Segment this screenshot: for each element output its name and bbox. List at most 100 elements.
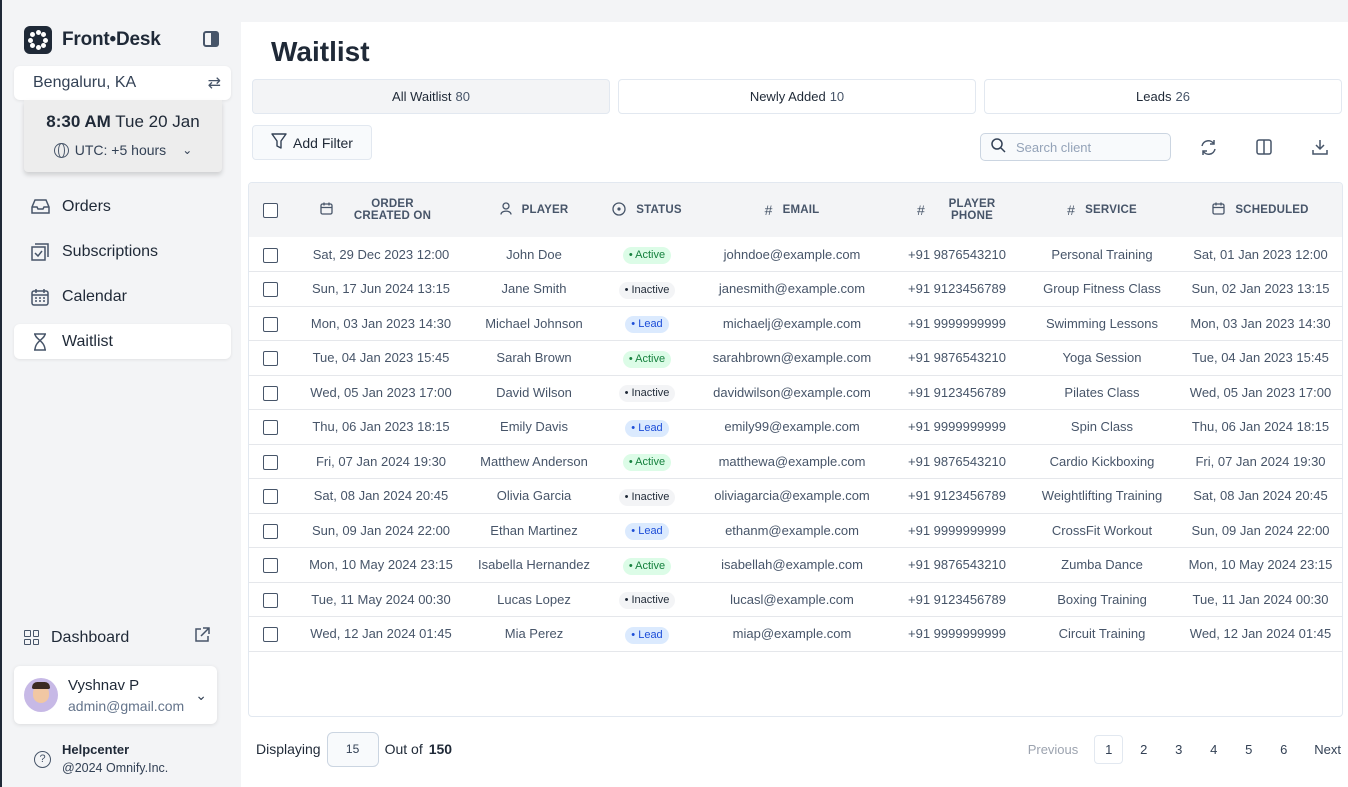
order-created-cell: Tue, 04 Jan 2023 15:45 [291, 340, 471, 376]
page-button-4[interactable]: 4 [1199, 735, 1228, 764]
sidebar-item-subscriptions[interactable]: Subscriptions [14, 234, 231, 269]
row-checkbox[interactable] [262, 351, 278, 367]
table-row[interactable]: Thu, 06 Jan 2023 18:15 Emily Davis • Lead e… [249, 409, 1342, 445]
header-label: STATUS [636, 204, 682, 216]
col-status[interactable]: STATUS [597, 183, 697, 237]
email-cell: miap@example.com [697, 616, 887, 652]
col-service[interactable]: # SERVICE [1027, 183, 1177, 237]
brand[interactable]: Front•Desk [24, 26, 161, 54]
order-created-cell: Thu, 06 Jan 2023 18:15 [291, 409, 471, 445]
service-cell: Weightlifting Training [1027, 478, 1177, 514]
scheduled-cell: Sat, 08 Jan 2024 20:45 [1177, 478, 1342, 514]
row-checkbox[interactable] [262, 282, 278, 298]
sidebar-collapse-icon[interactable] [203, 31, 219, 47]
header-label: ORDER CREATED ON [353, 198, 432, 222]
dashboard-link[interactable]: Dashboard [24, 627, 210, 648]
scheduled-cell: Mon, 03 Jan 2023 14:30 [1177, 306, 1342, 341]
row-checkbox[interactable] [262, 316, 278, 332]
table-row[interactable]: Tue, 11 May 2024 00:30 Lucas Lopez • Inact… [249, 582, 1342, 617]
status-badge: • Lead [625, 626, 669, 644]
timezone-selector[interactable]: UTC: +5 hours ⌄ [24, 142, 222, 158]
col-player-phone[interactable]: # PLAYER PHONE [887, 183, 1027, 237]
row-checkbox[interactable] [262, 247, 278, 263]
col-order-created[interactable]: ORDER CREATED ON [291, 183, 471, 237]
row-checkbox[interactable] [262, 558, 278, 574]
select-all-checkbox[interactable] [262, 202, 278, 218]
phone-cell: +91 9123456789 [887, 271, 1027, 307]
col-scheduled[interactable]: SCHEDULED [1177, 183, 1342, 237]
table-row[interactable]: Sat, 08 Jan 2024 20:45 Olivia Garcia • Ina… [249, 478, 1342, 514]
order-created-cell: Sat, 29 Dec 2023 12:00 [291, 237, 471, 272]
row-checkbox[interactable] [262, 385, 278, 401]
page-button-2[interactable]: 2 [1129, 735, 1158, 764]
dashboard-grid-icon [24, 630, 39, 645]
search-box[interactable] [980, 133, 1171, 161]
tab-leads[interactable]: Leads 26 [984, 79, 1342, 114]
calendar-icon [319, 202, 333, 218]
table-row[interactable]: Mon, 10 May 2024 23:15 Isabella Hernandez… [249, 547, 1342, 583]
helpcenter[interactable]: ? Helpcenter @2024 Omnify.Inc. [34, 742, 168, 775]
service-cell: Personal Training [1027, 237, 1177, 272]
status-cell: • Inactive [597, 582, 697, 617]
page-button-3[interactable]: 3 [1164, 735, 1193, 764]
table-row[interactable]: Wed, 12 Jan 2024 01:45 Mia Perez • Lead mia… [249, 616, 1342, 652]
phone-cell: +91 9123456789 [887, 478, 1027, 514]
table-row[interactable]: Sat, 29 Dec 2023 12:00 John Doe • Active jo… [249, 237, 1342, 272]
row-checkbox[interactable] [262, 627, 278, 643]
header-label: PLAYER PHONE [948, 198, 996, 222]
table-row[interactable]: Sun, 09 Jan 2024 22:00 Ethan Martinez • Le… [249, 513, 1342, 548]
email-cell: johndoe@example.com [697, 237, 887, 272]
page-size-selector[interactable]: 15 [326, 731, 379, 767]
add-filter-button[interactable]: Add Filter [252, 125, 372, 160]
external-link-icon[interactable] [194, 627, 210, 648]
page-button-5[interactable]: 5 [1234, 735, 1263, 764]
user-card[interactable]: Vyshnav P admin@gmail.com ⌄ [14, 666, 217, 724]
location-selector[interactable]: Bengaluru, KA ⇄ [14, 66, 231, 100]
subscriptions-icon [30, 242, 50, 262]
row-checkbox-cell [249, 513, 291, 548]
table-header-row: ORDER CREATED ON PLAYER STATUS # EMAIL # P… [249, 183, 1342, 237]
row-checkbox-cell [249, 375, 291, 410]
chevron-down-icon[interactable]: ⌄ [195, 687, 207, 704]
table-row[interactable]: Sun, 17 Jun 2024 13:15 Jane Smith • Inacti… [249, 271, 1342, 307]
table-row[interactable]: Fri, 07 Jan 2024 19:30 Matthew Anderson • … [249, 444, 1342, 479]
status-cell: • Lead [597, 513, 697, 548]
col-email[interactable]: # EMAIL [697, 183, 887, 237]
sidebar-item-calendar[interactable]: Calendar [14, 279, 231, 314]
refresh-icon[interactable] [1199, 138, 1217, 156]
page-button-6[interactable]: 6 [1269, 735, 1298, 764]
table-row[interactable]: Wed, 05 Jan 2023 17:00 David Wilson • Inac… [249, 375, 1342, 410]
status-badge: • Active [622, 350, 672, 368]
row-checkbox[interactable] [262, 420, 278, 436]
table-row[interactable]: Tue, 04 Jan 2023 15:45 Sarah Brown • Activ… [249, 340, 1342, 376]
row-checkbox[interactable] [262, 489, 278, 505]
email-cell: sarahbrown@example.com [697, 340, 887, 376]
tab-label: Leads [1136, 89, 1172, 104]
tab-all-waitlist[interactable]: All Waitlist 80 [252, 79, 610, 114]
col-player[interactable]: PLAYER [471, 183, 597, 237]
download-icon[interactable] [1311, 138, 1329, 156]
chevron-down-icon[interactable]: ⌄ [182, 143, 192, 157]
search-input[interactable] [1016, 139, 1156, 155]
columns-icon[interactable] [1255, 138, 1273, 156]
service-cell: CrossFit Workout [1027, 513, 1177, 548]
row-checkbox[interactable] [262, 523, 278, 539]
page-button-1[interactable]: 1 [1094, 734, 1124, 764]
tab-newly-added[interactable]: Newly Added 10 [618, 79, 976, 114]
row-checkbox[interactable] [262, 592, 278, 608]
swap-icon[interactable]: ⇄ [208, 73, 221, 93]
sidebar-item-orders[interactable]: Orders [14, 189, 231, 224]
player-cell: Lucas Lopez [471, 582, 597, 617]
player-cell: John Doe [471, 237, 597, 272]
sidebar-item-waitlist[interactable]: Waitlist [14, 324, 231, 359]
main-content: Waitlist All Waitlist 80 Newly Added 10 … [241, 22, 1348, 787]
player-cell: Jane Smith [471, 271, 597, 307]
next-button[interactable]: Next [1314, 742, 1341, 757]
previous-button[interactable]: Previous [1028, 742, 1079, 757]
inbox-icon [30, 197, 50, 217]
row-checkbox[interactable] [262, 454, 278, 470]
hash-icon: # [764, 202, 773, 218]
status-badge: • Active [622, 557, 672, 575]
table-row[interactable]: Mon, 03 Jan 2023 14:30 Michael Johnson • L… [249, 306, 1342, 341]
help-icon: ? [34, 751, 51, 768]
